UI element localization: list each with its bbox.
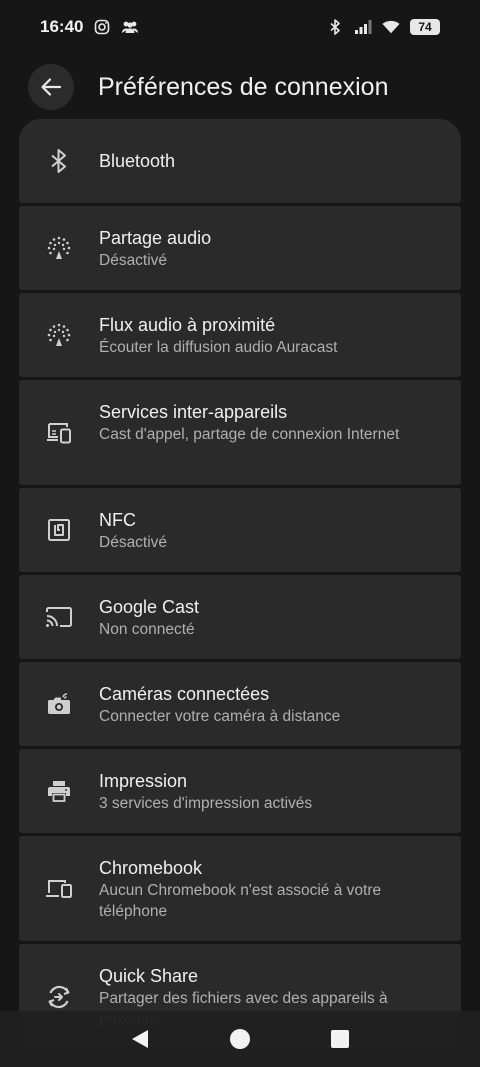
setting-title: Chromebook: [99, 858, 203, 878]
setting-title: Bluetooth: [99, 151, 176, 171]
printer-icon: [48, 781, 70, 802]
battery-icon: 74: [410, 19, 440, 35]
chromebook-icon: [46, 879, 72, 898]
quick-share-icon: [48, 985, 70, 1008]
setting-cross-device[interactable]: Services inter-appareils Cast d'appel, p…: [19, 380, 461, 485]
camera-icon: [48, 693, 70, 714]
recents-square-icon: [331, 1030, 349, 1048]
cast-icon: [46, 607, 72, 627]
status-bar: 16:40 74: [0, 0, 480, 54]
setting-title: Impression: [99, 771, 188, 791]
instagram-icon: [93, 18, 111, 36]
bluetooth-icon: [326, 18, 344, 36]
setting-nearby-audio[interactable]: Flux audio à proximité Écouter la diffus…: [19, 293, 461, 377]
page-title: Préférences de connexion: [98, 72, 389, 101]
app-bar: Préférences de connexion: [0, 62, 480, 112]
setting-subtitle: Non connecté: [99, 621, 195, 638]
setting-connected-cameras[interactable]: Caméras connectées Connecter votre camér…: [19, 662, 461, 746]
setting-audio-share[interactable]: Partage audio Désactivé: [19, 206, 461, 290]
nfc-icon: [48, 519, 70, 541]
nav-back-button[interactable]: [120, 1019, 160, 1059]
setting-chromebook[interactable]: Chromebook Aucun Chromebook n'est associ…: [19, 836, 461, 941]
setting-title: Flux audio à proximité: [99, 315, 276, 335]
screen: 16:40 74 Préférences de connexion Blueto…: [0, 0, 480, 1067]
home-circle-icon: [230, 1029, 250, 1049]
arrow-back-icon: [41, 78, 62, 96]
navigation-bar: [0, 1011, 480, 1067]
people-icon: [121, 18, 139, 36]
status-time: 16:40: [40, 17, 84, 36]
setting-subtitle: Aucun Chromebook n'est associé à votre t…: [99, 882, 382, 920]
setting-printing[interactable]: Impression 3 services d'impression activ…: [19, 749, 461, 833]
nav-home-button[interactable]: [220, 1019, 260, 1059]
setting-bluetooth[interactable]: Bluetooth: [19, 119, 461, 203]
setting-subtitle: Désactivé: [99, 534, 168, 551]
bluetooth-icon: [51, 149, 66, 173]
cross-device-icon: [47, 422, 71, 443]
setting-title: Google Cast: [99, 597, 200, 617]
setting-title: NFC: [99, 510, 136, 530]
setting-subtitle: Écouter la diffusion audio Auracast: [99, 339, 338, 356]
setting-title: Partage audio: [99, 228, 212, 248]
setting-title: Quick Share: [99, 966, 199, 986]
setting-title: Services inter-appareils: [99, 402, 288, 422]
back-button[interactable]: [28, 64, 74, 110]
nav-recents-button[interactable]: [320, 1019, 360, 1059]
setting-subtitle: Désactivé: [99, 252, 168, 269]
signal-icon: [354, 18, 372, 36]
setting-title: Caméras connectées: [99, 684, 270, 704]
setting-subtitle: Connecter votre caméra à distance: [99, 708, 341, 725]
back-triangle-icon: [132, 1030, 148, 1048]
setting-nfc[interactable]: NFC Désactivé: [19, 488, 461, 572]
setting-subtitle: 3 services d'impression activés: [99, 795, 313, 812]
audio-share-icon: [47, 236, 71, 259]
nearby-audio-icon: [47, 323, 71, 346]
settings-list: Bluetooth Partage audio Désactivé Flux a…: [19, 119, 461, 1049]
setting-subtitle: Cast d'appel, partage de connexion Inter…: [99, 426, 400, 443]
setting-google-cast[interactable]: Google Cast Non connecté: [19, 575, 461, 659]
wifi-icon: [382, 18, 400, 36]
